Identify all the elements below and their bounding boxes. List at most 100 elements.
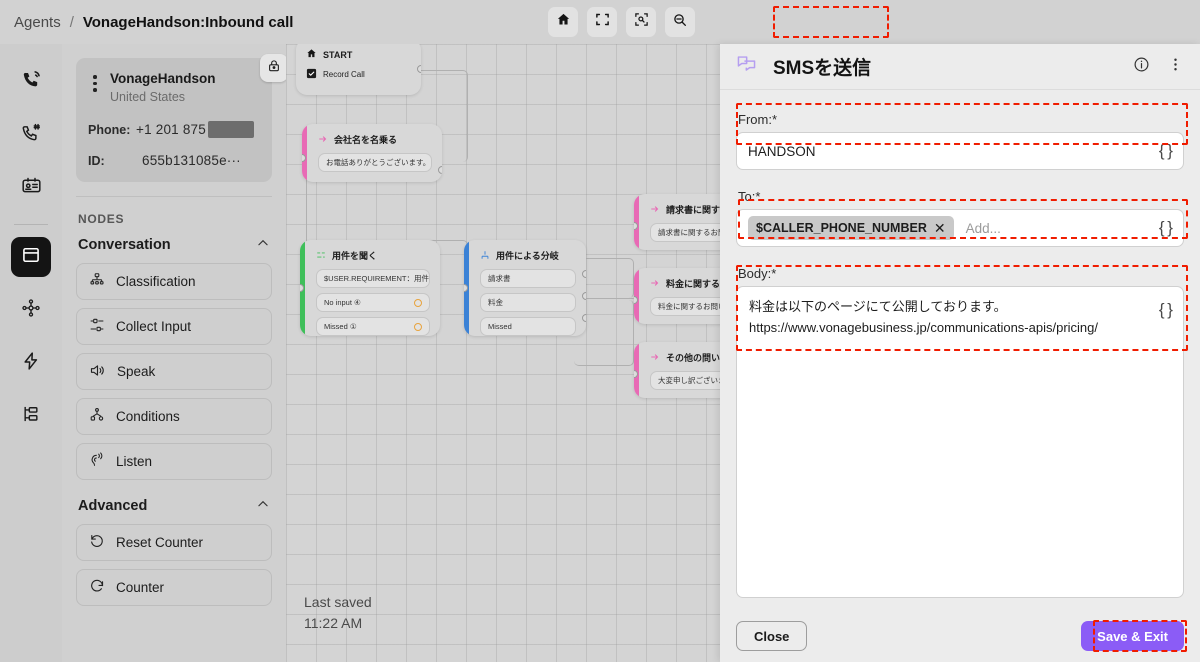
zoom-focus-button[interactable]: [626, 7, 656, 37]
node-button-reset-counter[interactable]: Reset Counter: [76, 524, 272, 561]
left-panel-divider: [76, 196, 272, 197]
node-row[interactable]: Missed: [480, 317, 576, 336]
chip-remove-icon[interactable]: ✕: [934, 220, 946, 237]
hierarchy-icon: [21, 404, 41, 429]
node-button-conditions[interactable]: Conditions: [76, 398, 272, 435]
node-button-speak[interactable]: Speak: [76, 353, 272, 390]
rail-item-canvas[interactable]: [11, 237, 51, 277]
canvas-node-collect-input[interactable]: 用件を聞く $USER.REQUIREMENT：用件を聞く No input ④…: [300, 240, 440, 336]
body-variables-button[interactable]: { }: [1159, 296, 1173, 323]
studio-app: Agents / VonageHandson:Inbound call Vona…: [0, 0, 1200, 662]
to-label-text: To:: [738, 189, 756, 204]
speaker-icon: [89, 362, 106, 382]
node-label-listen: Listen: [116, 454, 153, 469]
node-title: 会社名を名乗る: [318, 133, 432, 146]
required-mark: *: [755, 189, 761, 204]
app-body: VonageHandson United States Phone: +1 20…: [0, 44, 1200, 662]
rail-item-phone-wave[interactable]: [11, 62, 51, 102]
canvas-node-branch[interactable]: 用件による分岐 請求書 料金 Missed: [464, 240, 586, 336]
to-chip-caller-phone-number[interactable]: $CALLER_PHONE_NUMBER ✕: [748, 216, 954, 240]
lock-button[interactable]: [260, 54, 286, 82]
breadcrumb-root[interactable]: Agents: [14, 14, 61, 31]
from-input[interactable]: HANDSON { }: [736, 132, 1184, 170]
node-row-port[interactable]: [414, 322, 422, 331]
section-header-advanced[interactable]: Advanced: [78, 497, 270, 515]
node-label-conditions: Conditions: [116, 409, 180, 424]
agent-id-row: ID: 655b131085e···: [88, 153, 260, 168]
from-variables-button[interactable]: { }: [1159, 141, 1173, 161]
rail-item-id-card[interactable]: [11, 168, 51, 208]
node-title: 用件による分岐: [480, 249, 576, 262]
node-output-port[interactable]: [438, 166, 442, 174]
node-label-counter: Counter: [116, 580, 165, 595]
required-mark: *: [771, 266, 777, 281]
rail-item-hierarchy[interactable]: [11, 396, 51, 436]
zoom-out-button[interactable]: [665, 7, 695, 37]
drag-handle-icon[interactable]: [88, 71, 102, 92]
node-output-port[interactable]: [582, 314, 586, 322]
canvas-node-greeting[interactable]: 会社名を名乗る お電話ありがとうございます。…: [302, 124, 442, 182]
last-saved-time: 11:22 AM: [304, 615, 363, 631]
save-and-exit-button[interactable]: Save & Exit: [1081, 621, 1184, 651]
canvas-node-start[interactable]: START Record Call: [296, 44, 421, 95]
rail-item-lightning[interactable]: [11, 343, 51, 383]
zoom-out-icon: [672, 12, 688, 33]
node-row-label: No input ④: [324, 298, 361, 307]
node-button-collect-input[interactable]: Collect Input: [76, 308, 272, 345]
node-button-listen[interactable]: Listen: [76, 443, 272, 480]
speak-arrow-icon: [650, 352, 660, 364]
node-button-classification[interactable]: Classification: [76, 263, 272, 300]
node-output-port[interactable]: [582, 292, 586, 300]
top-bar: Agents / VonageHandson:Inbound call: [0, 0, 1200, 44]
node-row[interactable]: 料金: [480, 293, 576, 312]
section-header-conversation[interactable]: Conversation: [78, 236, 270, 254]
panel-title: SMSを送信: [773, 58, 872, 79]
classification-icon: [480, 250, 490, 262]
node-row[interactable]: $USER.REQUIREMENT：用件を聞く: [316, 269, 430, 288]
body-textarea[interactable]: { } 料金は以下のページにて公開しております。 https://www.von…: [736, 286, 1184, 598]
agent-country: United States: [110, 89, 186, 104]
node-output-port[interactable]: [582, 270, 586, 278]
node-row[interactable]: お電話ありがとうございます。…: [318, 153, 432, 172]
fit-screen-icon: [595, 12, 610, 32]
rail-item-node-hub[interactable]: [11, 290, 51, 330]
classification-icon: [89, 272, 105, 291]
close-button[interactable]: Close: [736, 621, 808, 651]
node-row-label: Missed ①: [324, 322, 357, 331]
node-button-counter[interactable]: Counter: [76, 569, 272, 606]
to-input[interactable]: $CALLER_PHONE_NUMBER ✕ Add... { }: [736, 209, 1184, 247]
node-title-text: START: [323, 49, 353, 60]
from-label-text: From:: [738, 112, 772, 127]
node-output-port[interactable]: [417, 65, 421, 73]
zoom-focus-icon: [634, 12, 649, 32]
info-icon[interactable]: [1133, 56, 1150, 78]
more-vertical-icon[interactable]: [1167, 56, 1184, 78]
node-row[interactable]: 請求書: [480, 269, 576, 288]
phone-hash-icon: [21, 122, 42, 148]
from-value: HANDSON: [748, 143, 816, 159]
panel-footer: Close Save & Exit: [720, 610, 1200, 662]
fit-screen-button[interactable]: [587, 7, 617, 37]
rail-item-phone-hash[interactable]: [11, 115, 51, 155]
conditions-icon: [89, 407, 105, 426]
node-row-record-call[interactable]: Record Call: [306, 68, 411, 81]
canvas-icon: [21, 245, 41, 270]
section-title-advanced: Advanced: [78, 498, 148, 514]
last-saved-status: Last saved 11:22 AM: [304, 592, 372, 634]
to-variables-button[interactable]: { }: [1159, 218, 1173, 238]
node-row[interactable]: Missed ①: [316, 317, 430, 336]
lock-icon: [267, 59, 281, 78]
node-row-port[interactable]: [414, 298, 422, 307]
checkbox-checked-icon: [306, 68, 317, 81]
home-button[interactable]: [548, 7, 578, 37]
home-icon: [556, 12, 571, 32]
rail-divider: [14, 224, 48, 225]
body-line-1: 料金は以下のページにて公開しております。: [749, 299, 1007, 314]
to-label: To:*: [738, 189, 1184, 204]
phone-wave-icon: [21, 69, 42, 95]
speak-arrow-icon: [650, 278, 660, 290]
agent-card: VonageHandson United States Phone: +1 20…: [76, 54, 286, 182]
canvas-toolbar: [548, 7, 695, 37]
node-title-text: 用件による分岐: [496, 251, 559, 261]
node-row[interactable]: No input ④: [316, 293, 430, 312]
